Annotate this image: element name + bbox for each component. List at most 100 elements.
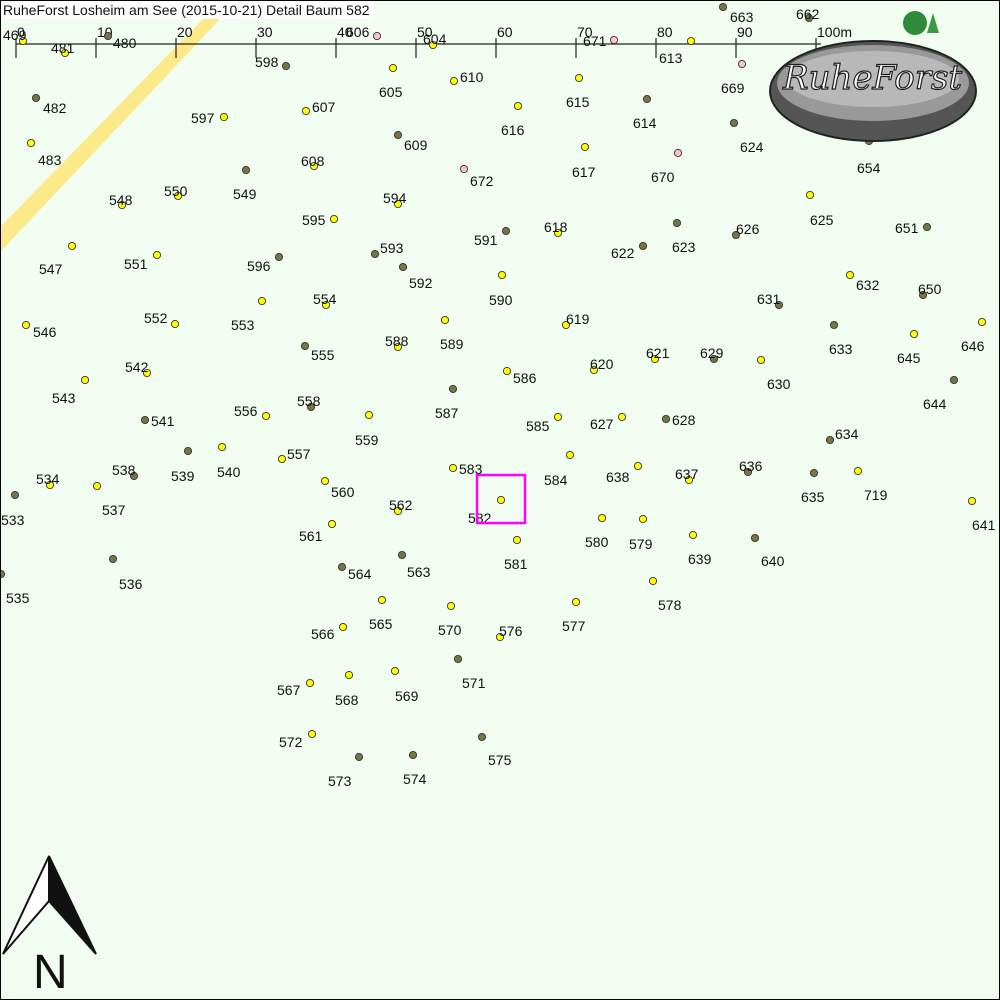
tree-label[interactable]: 573 (328, 773, 352, 789)
tree-label[interactable]: 539 (171, 468, 195, 484)
tree-label[interactable]: 469 (3, 27, 27, 43)
tree-610[interactable]: 610 (449, 69, 484, 86)
tree-label[interactable]: 552 (144, 310, 168, 326)
tree-label[interactable]: 562 (389, 497, 413, 513)
tree-650[interactable]: 650 (918, 281, 942, 300)
tree-label[interactable]: 534 (36, 471, 60, 487)
tree-572[interactable]: 572 (279, 729, 317, 750)
tree-640[interactable]: 640 (750, 533, 785, 569)
tree-label[interactable]: 594 (383, 190, 407, 206)
tree-541[interactable]: 541 (140, 413, 175, 429)
tree-label[interactable]: 569 (395, 688, 419, 704)
tree-label[interactable]: 581 (504, 556, 528, 572)
tree-587[interactable]: 587 (435, 384, 459, 421)
tree-label[interactable]: 540 (217, 464, 241, 480)
tree-label[interactable]: 598 (255, 54, 279, 70)
tree-634[interactable]: 634 (825, 426, 859, 445)
tree-592[interactable]: 592 (398, 262, 433, 291)
tree-marker[interactable] (597, 513, 607, 523)
tree-568[interactable]: 568 (335, 670, 359, 708)
tree-label[interactable]: 608 (301, 153, 325, 169)
tree-marker[interactable] (92, 481, 102, 491)
tree-483[interactable]: 483 (26, 138, 62, 168)
tree-632[interactable]: 632 (845, 270, 880, 293)
tree-label[interactable]: 646 (961, 338, 985, 354)
tree-537[interactable]: 537 (92, 481, 126, 518)
tree-label[interactable]: 670 (651, 169, 675, 185)
tree-719[interactable]: 719 (853, 466, 888, 503)
tree-633[interactable]: 633 (829, 320, 853, 357)
tree-label[interactable]: 719 (864, 487, 888, 503)
tree-629[interactable]: 629 (700, 345, 724, 364)
tree-636[interactable]: 636 (739, 458, 763, 477)
tree-label[interactable]: 651 (895, 220, 919, 236)
tree-marker[interactable] (729, 118, 739, 128)
tree-539[interactable]: 539 (171, 446, 195, 484)
tree-label[interactable]: 589 (440, 336, 464, 352)
tree-label[interactable]: 617 (572, 164, 596, 180)
tree-597[interactable]: 597 (191, 110, 229, 126)
tree-marker[interactable] (390, 666, 400, 676)
tree-marker[interactable] (67, 241, 77, 251)
tree-581[interactable]: 581 (504, 535, 528, 572)
tree-marker[interactable] (750, 533, 760, 543)
tree-label[interactable]: 560 (331, 484, 355, 500)
tree-label[interactable]: 607 (312, 99, 336, 115)
tree-label[interactable]: 635 (801, 489, 825, 505)
tree-label[interactable]: 629 (700, 345, 724, 361)
tree-559[interactable]: 559 (355, 410, 379, 448)
tree-marker[interactable] (638, 241, 648, 251)
tree-marker[interactable] (103, 31, 113, 41)
tree-label[interactable]: 547 (39, 261, 63, 277)
tree-marker[interactable] (512, 535, 522, 545)
tree-593[interactable]: 593 (370, 240, 404, 259)
tree-marker[interactable] (949, 375, 959, 385)
tree-616[interactable]: 616 (501, 101, 525, 138)
tree-label[interactable]: 556 (234, 403, 258, 419)
tree-marker[interactable] (809, 468, 819, 478)
tree-562[interactable]: 562 (389, 497, 413, 516)
tree-marker[interactable] (140, 415, 150, 425)
tree-marker[interactable] (853, 466, 863, 476)
tree-label[interactable]: 626 (736, 221, 760, 237)
tree-label[interactable]: 638 (606, 469, 630, 485)
tree-469[interactable]: 469 (3, 27, 28, 46)
tree-label[interactable]: 644 (923, 396, 947, 412)
tree-marker[interactable] (261, 411, 271, 421)
tree-label[interactable]: 554 (313, 291, 337, 307)
tree-589[interactable]: 589 (440, 315, 464, 352)
tree-549[interactable]: 549 (233, 165, 257, 202)
tree-579[interactable]: 579 (629, 514, 653, 552)
tree-label[interactable]: 592 (409, 275, 433, 291)
tree-621[interactable]: 621 (646, 345, 670, 364)
tree-554[interactable]: 554 (313, 291, 337, 310)
tree-marker[interactable] (388, 63, 398, 73)
tree-marker[interactable] (329, 214, 339, 224)
tree-label[interactable]: 613 (659, 50, 683, 66)
tree-marker[interactable] (305, 678, 315, 688)
tree-label[interactable]: 587 (435, 405, 459, 421)
tree-label[interactable]: 610 (460, 69, 484, 85)
tree-marker[interactable] (274, 252, 284, 262)
tree-608[interactable]: 608 (301, 153, 325, 171)
tree-591[interactable]: 591 (474, 226, 511, 248)
tree-label[interactable]: 614 (633, 115, 657, 131)
tree-645[interactable]: 645 (897, 329, 921, 366)
tree-label[interactable]: 585 (526, 418, 550, 434)
tree-585[interactable]: 585 (526, 412, 563, 434)
tree-label[interactable]: 616 (501, 122, 525, 138)
tree-534[interactable]: 534 (36, 471, 60, 490)
tree-570[interactable]: 570 (438, 601, 462, 638)
tree-533[interactable]: 533 (1, 490, 25, 528)
tree-580[interactable]: 580 (585, 513, 609, 550)
tree-marker[interactable] (756, 355, 766, 365)
tree-label[interactable]: 634 (835, 426, 859, 442)
tree-marker[interactable] (217, 442, 227, 452)
tree-label[interactable]: 553 (231, 317, 255, 333)
tree-marker[interactable] (513, 101, 523, 111)
tree-label[interactable]: 593 (380, 240, 404, 256)
tree-marker[interactable] (922, 222, 932, 232)
tree-marker[interactable] (301, 106, 311, 116)
tree-label[interactable]: 623 (672, 239, 696, 255)
tree-577[interactable]: 577 (562, 597, 586, 634)
